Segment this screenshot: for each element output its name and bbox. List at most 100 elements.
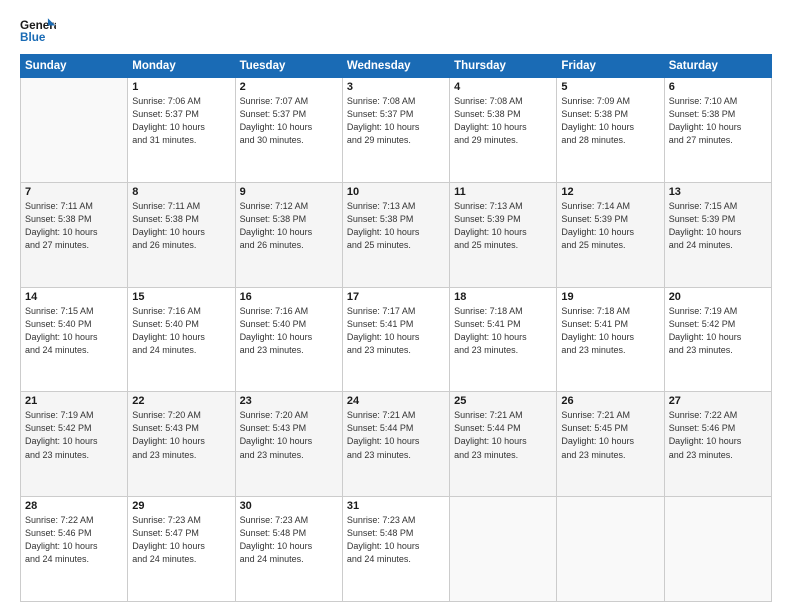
week-row-3: 14 Sunrise: 7:15 AM Sunset: 5:40 PM Dayli… xyxy=(21,287,772,392)
col-header-thursday: Thursday xyxy=(450,55,557,78)
day-number: 3 xyxy=(347,81,445,93)
calendar-cell: 28 Sunrise: 7:22 AM Sunset: 5:46 PM Dayli… xyxy=(21,497,128,602)
col-header-monday: Monday xyxy=(128,55,235,78)
cell-info: Sunrise: 7:14 AM Sunset: 5:39 PM Dayligh… xyxy=(561,200,659,252)
calendar-cell xyxy=(450,497,557,602)
cell-info: Sunrise: 7:15 AM Sunset: 5:40 PM Dayligh… xyxy=(25,305,123,357)
calendar-cell: 16 Sunrise: 7:16 AM Sunset: 5:40 PM Dayli… xyxy=(235,287,342,392)
calendar-header-row: SundayMondayTuesdayWednesdayThursdayFrid… xyxy=(21,55,772,78)
calendar-cell: 4Sunrise: 7:08 AM Sunset: 5:38 PM Daylig… xyxy=(450,78,557,183)
cell-info: Sunrise: 7:21 AM Sunset: 5:45 PM Dayligh… xyxy=(561,409,659,461)
calendar-cell: 21 Sunrise: 7:19 AM Sunset: 5:42 PM Dayli… xyxy=(21,392,128,497)
cell-info: Sunrise: 7:16 AM Sunset: 5:40 PM Dayligh… xyxy=(240,305,338,357)
day-number: 1 xyxy=(132,81,230,93)
day-number: 2 xyxy=(240,81,338,93)
calendar-cell: 20 Sunrise: 7:19 AM Sunset: 5:42 PM Dayli… xyxy=(664,287,771,392)
cell-info: Sunrise: 7:19 AM Sunset: 5:42 PM Dayligh… xyxy=(25,409,123,461)
calendar-cell: 8Sunrise: 7:11 AM Sunset: 5:38 PM Daylig… xyxy=(128,182,235,287)
day-number: 20 xyxy=(669,291,767,303)
calendar-cell: 22 Sunrise: 7:20 AM Sunset: 5:43 PM Dayli… xyxy=(128,392,235,497)
calendar-cell: 26 Sunrise: 7:21 AM Sunset: 5:45 PM Dayli… xyxy=(557,392,664,497)
col-header-wednesday: Wednesday xyxy=(342,55,449,78)
cell-info: Sunrise: 7:13 AM Sunset: 5:39 PM Dayligh… xyxy=(454,200,552,252)
cell-info: Sunrise: 7:06 AM Sunset: 5:37 PM Dayligh… xyxy=(132,95,230,147)
day-number: 4 xyxy=(454,81,552,93)
day-number: 15 xyxy=(132,291,230,303)
day-number: 31 xyxy=(347,500,445,512)
day-number: 7 xyxy=(25,186,123,198)
day-number: 12 xyxy=(561,186,659,198)
day-number: 5 xyxy=(561,81,659,93)
col-header-tuesday: Tuesday xyxy=(235,55,342,78)
calendar-cell: 12 Sunrise: 7:14 AM Sunset: 5:39 PM Dayli… xyxy=(557,182,664,287)
calendar-cell: 7Sunrise: 7:11 AM Sunset: 5:38 PM Daylig… xyxy=(21,182,128,287)
svg-text:Blue: Blue xyxy=(20,31,46,44)
col-header-saturday: Saturday xyxy=(664,55,771,78)
cell-info: Sunrise: 7:19 AM Sunset: 5:42 PM Dayligh… xyxy=(669,305,767,357)
cell-info: Sunrise: 7:10 AM Sunset: 5:38 PM Dayligh… xyxy=(669,95,767,147)
calendar-cell: 29 Sunrise: 7:23 AM Sunset: 5:47 PM Dayli… xyxy=(128,497,235,602)
day-number: 28 xyxy=(25,500,123,512)
cell-info: Sunrise: 7:17 AM Sunset: 5:41 PM Dayligh… xyxy=(347,305,445,357)
week-row-1: 1 Sunrise: 7:06 AM Sunset: 5:37 PM Daylig… xyxy=(21,78,772,183)
week-row-5: 28 Sunrise: 7:22 AM Sunset: 5:46 PM Dayli… xyxy=(21,497,772,602)
logo: General Blue xyxy=(20,16,56,44)
day-number: 24 xyxy=(347,395,445,407)
calendar-cell: 3Sunrise: 7:08 AM Sunset: 5:37 PM Daylig… xyxy=(342,78,449,183)
calendar-cell: 27Sunrise: 7:22 AM Sunset: 5:46 PM Dayli… xyxy=(664,392,771,497)
calendar-cell xyxy=(21,78,128,183)
day-number: 21 xyxy=(25,395,123,407)
calendar-cell: 14 Sunrise: 7:15 AM Sunset: 5:40 PM Dayli… xyxy=(21,287,128,392)
calendar-cell: 13 Sunrise: 7:15 AM Sunset: 5:39 PM Dayli… xyxy=(664,182,771,287)
day-number: 19 xyxy=(561,291,659,303)
calendar-cell: 31 Sunrise: 7:23 AM Sunset: 5:48 PM Dayli… xyxy=(342,497,449,602)
day-number: 6 xyxy=(669,81,767,93)
col-header-friday: Friday xyxy=(557,55,664,78)
calendar-cell: 9 Sunrise: 7:12 AM Sunset: 5:38 PM Daylig… xyxy=(235,182,342,287)
calendar-cell: 5 Sunrise: 7:09 AM Sunset: 5:38 PM Daylig… xyxy=(557,78,664,183)
day-number: 30 xyxy=(240,500,338,512)
day-number: 11 xyxy=(454,186,552,198)
cell-info: Sunrise: 7:21 AM Sunset: 5:44 PM Dayligh… xyxy=(454,409,552,461)
calendar-cell: 6 Sunrise: 7:10 AM Sunset: 5:38 PM Daylig… xyxy=(664,78,771,183)
calendar-cell: 18Sunrise: 7:18 AM Sunset: 5:41 PM Dayli… xyxy=(450,287,557,392)
cell-info: Sunrise: 7:22 AM Sunset: 5:46 PM Dayligh… xyxy=(25,514,123,566)
logo-icon: General Blue xyxy=(20,16,56,44)
calendar-cell: 11 Sunrise: 7:13 AM Sunset: 5:39 PM Dayli… xyxy=(450,182,557,287)
day-number: 17 xyxy=(347,291,445,303)
day-number: 9 xyxy=(240,186,338,198)
day-number: 29 xyxy=(132,500,230,512)
cell-info: Sunrise: 7:15 AM Sunset: 5:39 PM Dayligh… xyxy=(669,200,767,252)
calendar-cell: 10 Sunrise: 7:13 AM Sunset: 5:38 PM Dayli… xyxy=(342,182,449,287)
cell-info: Sunrise: 7:20 AM Sunset: 5:43 PM Dayligh… xyxy=(132,409,230,461)
day-number: 25 xyxy=(454,395,552,407)
calendar-cell xyxy=(664,497,771,602)
week-row-4: 21 Sunrise: 7:19 AM Sunset: 5:42 PM Dayli… xyxy=(21,392,772,497)
day-number: 10 xyxy=(347,186,445,198)
day-number: 8 xyxy=(132,186,230,198)
cell-info: Sunrise: 7:23 AM Sunset: 5:47 PM Dayligh… xyxy=(132,514,230,566)
calendar-cell xyxy=(557,497,664,602)
calendar-cell: 23 Sunrise: 7:20 AM Sunset: 5:43 PM Dayli… xyxy=(235,392,342,497)
cell-info: Sunrise: 7:16 AM Sunset: 5:40 PM Dayligh… xyxy=(132,305,230,357)
calendar-cell: 25 Sunrise: 7:21 AM Sunset: 5:44 PM Dayli… xyxy=(450,392,557,497)
calendar-cell: 30 Sunrise: 7:23 AM Sunset: 5:48 PM Dayli… xyxy=(235,497,342,602)
day-number: 13 xyxy=(669,186,767,198)
calendar-table: SundayMondayTuesdayWednesdayThursdayFrid… xyxy=(20,54,772,602)
cell-info: Sunrise: 7:12 AM Sunset: 5:38 PM Dayligh… xyxy=(240,200,338,252)
calendar-cell: 17 Sunrise: 7:17 AM Sunset: 5:41 PM Dayli… xyxy=(342,287,449,392)
cell-info: Sunrise: 7:09 AM Sunset: 5:38 PM Dayligh… xyxy=(561,95,659,147)
day-number: 22 xyxy=(132,395,230,407)
cell-info: Sunrise: 7:22 AM Sunset: 5:46 PM Dayligh… xyxy=(669,409,767,461)
day-number: 14 xyxy=(25,291,123,303)
day-number: 23 xyxy=(240,395,338,407)
cell-info: Sunrise: 7:20 AM Sunset: 5:43 PM Dayligh… xyxy=(240,409,338,461)
cell-info: Sunrise: 7:13 AM Sunset: 5:38 PM Dayligh… xyxy=(347,200,445,252)
col-header-sunday: Sunday xyxy=(21,55,128,78)
calendar-cell: 2Sunrise: 7:07 AM Sunset: 5:37 PM Daylig… xyxy=(235,78,342,183)
calendar-cell: 24Sunrise: 7:21 AM Sunset: 5:44 PM Dayli… xyxy=(342,392,449,497)
day-number: 26 xyxy=(561,395,659,407)
day-number: 16 xyxy=(240,291,338,303)
cell-info: Sunrise: 7:23 AM Sunset: 5:48 PM Dayligh… xyxy=(240,514,338,566)
cell-info: Sunrise: 7:23 AM Sunset: 5:48 PM Dayligh… xyxy=(347,514,445,566)
